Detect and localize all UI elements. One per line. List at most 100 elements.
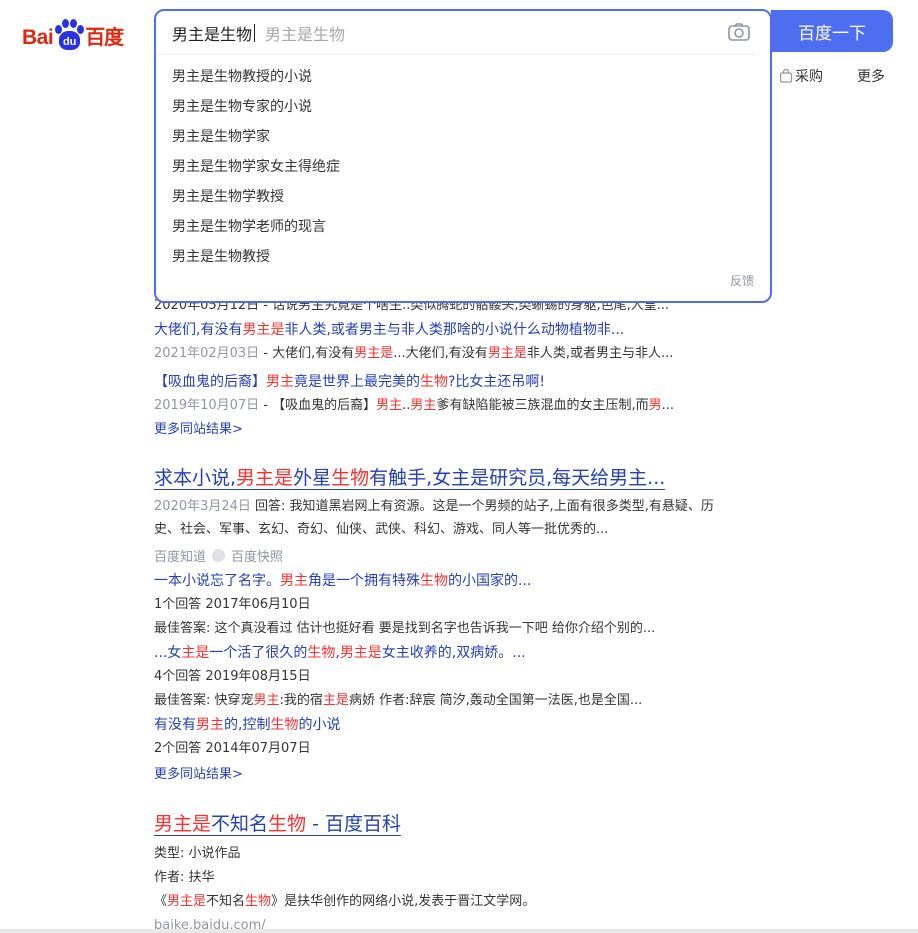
- text-part: 有触手,女主是研究员,每天给男主...: [369, 467, 666, 489]
- text-part: ...女: [154, 645, 182, 661]
- baike-description: 《男主是不知名生物》是扶华创作的网络小说,发表于晋江文学网。: [154, 890, 774, 914]
- text-part: ...: [661, 398, 674, 413]
- text-part: 》是扶华创作的网络小说,发表于晋江文学网。: [271, 894, 536, 909]
- text-part: :我的宿: [279, 693, 323, 708]
- text-part: 一个活了很久的: [209, 645, 308, 661]
- result-card: 2020年05月12日 - 话说男主究竟是个啥生..类似腾蛇的骷髅头,类蜥蜴的身…: [154, 294, 774, 442]
- text-part: 最佳答案: 快穿宠: [154, 693, 254, 708]
- qa-answer: 最佳答案: 这个真没看过 估计也挺好看 要是找到名字也告诉我一下吧 给你介绍个别…: [154, 621, 656, 636]
- date: 2021年02月03日: [154, 346, 260, 361]
- text-part: 竟是世界上最完美的: [294, 374, 420, 390]
- sub-result-title[interactable]: 大佬们,有没有男主是非人类,或者男主与非人类那啥的小说什么动物植物非...: [154, 318, 774, 342]
- highlight: 男主: [410, 398, 437, 413]
- highlight: 男主是: [354, 346, 394, 361]
- result-title-link[interactable]: 求本小说,男主是外星生物有触手,女主是研究员,每天给男主...: [154, 462, 774, 494]
- text-part: 大佬们,有没有: [154, 322, 243, 338]
- qa-question-link[interactable]: 一本小说忘了名字。男主角是一个拥有特殊生物的小国家的...: [154, 569, 774, 593]
- title-underline: 男主是不知名生物 - 百度百科: [154, 813, 401, 836]
- text-part: - 百度百科: [306, 813, 401, 835]
- baidu-logo[interactable]: Bai du 百度: [22, 14, 124, 50]
- nav-caigou-label: 采购: [795, 69, 823, 85]
- paw-icon: du: [54, 18, 85, 50]
- date: 2019年10月07日: [154, 398, 260, 413]
- highlight: 男主: [196, 717, 224, 733]
- text-part: 的小说: [298, 717, 341, 733]
- text-part: ?比女主还吊啊!: [448, 374, 546, 390]
- highlight: 生物: [307, 645, 336, 661]
- highlight: 男主是: [339, 645, 382, 661]
- qa-meta: 1个回答 2017年06月10日: [154, 597, 311, 612]
- feedback-link[interactable]: 反馈: [730, 272, 754, 289]
- suggestion-item[interactable]: 男主是生物教授: [156, 242, 770, 272]
- shopping-bag-icon: [779, 69, 793, 83]
- text-part: 不知名: [206, 894, 246, 909]
- search-box[interactable]: 男主是生物 男主是生物 男主是生物教授的小说 男主是生物专家的小说 男主是生物学…: [154, 9, 772, 303]
- highlight: 生物: [268, 813, 307, 835]
- baike-type: 类型: 小说作品: [154, 846, 241, 861]
- result-title-link[interactable]: 男主是不知名生物 - 百度百科: [154, 808, 774, 840]
- text-part: 的小国家的...: [448, 573, 532, 589]
- highlight: 生物: [270, 717, 299, 733]
- info-icon[interactable]: [212, 548, 226, 562]
- highlight: 男主: [280, 573, 308, 589]
- text-part: 不知名: [211, 813, 269, 835]
- search-input-row[interactable]: 男主是生物 男主是生物: [156, 11, 754, 55]
- sub-result-meta: 2021年02月03日 - 大佬们,有没有男主是...大佬们,有没有男主是非人类…: [154, 342, 774, 366]
- nav-more[interactable]: 更多: [857, 66, 885, 86]
- highlight: 生物: [245, 894, 272, 909]
- text-part: 的,控制: [224, 717, 271, 733]
- qa-meta: 2个回答 2014年07月07日: [154, 741, 311, 756]
- qa-question-link[interactable]: ...女主是一个活了很久的生物,男主是女主收养的,双病娇。...: [154, 641, 774, 665]
- text-part: 非人类,或者男主与非人...: [526, 346, 674, 361]
- result-abstract: 2020年3月24日 回答: 我知道黑岩网上有资源。这是一个男频的站子,上面有很…: [154, 495, 774, 541]
- highlight: 男主是: [236, 467, 294, 489]
- suggestion-item[interactable]: 男主是生物学家: [156, 122, 770, 152]
- date: 2020年3月24日: [154, 499, 251, 514]
- logo-du: du: [59, 31, 81, 50]
- highlight: 男主是: [167, 894, 207, 909]
- search-ghost-text: 男主是生物: [265, 24, 346, 44]
- sub-result-title[interactable]: 【吸血鬼的后裔】男主竟是世界上最完美的生物?比女主还吊啊!: [154, 370, 774, 394]
- highlight: 主是: [181, 645, 210, 661]
- highlight: 男主: [253, 693, 280, 708]
- text-part: 一本小说忘了名字。: [154, 573, 280, 589]
- highlight: 男: [648, 398, 662, 413]
- search-input[interactable]: 男主是生物: [172, 21, 252, 45]
- highlight: 男主是: [242, 322, 285, 338]
- highlight: 男主是: [154, 813, 212, 835]
- suggestion-item[interactable]: 男主是生物学家女主得绝症: [156, 152, 770, 182]
- text-part: - 【吸血鬼的后裔】: [259, 398, 377, 413]
- qa-answer: 最佳答案: 快穿宠男主:我的宿主是病娇 作者:辞宸 简汐,轰动全国第一法医,也是…: [154, 689, 774, 713]
- text-part: 【吸血鬼的后裔】: [154, 374, 266, 390]
- text-part: - 大佬们,有没有: [259, 346, 355, 361]
- highlight: 男主是: [487, 346, 527, 361]
- nav-caigou[interactable]: 采购: [779, 66, 823, 86]
- abstract-line: 史、社会、军事、玄幻、奇幻、仙侠、武侠、科幻、游戏、同人等一批优秀的...: [154, 522, 609, 537]
- source-name[interactable]: 百度知道: [154, 546, 206, 565]
- text-part: 外星: [293, 467, 332, 489]
- camera-icon[interactable]: [728, 23, 750, 41]
- baike-author: 作者: 扶华: [154, 870, 215, 885]
- qa-meta: 4个回答 2019年08月15日: [154, 669, 311, 684]
- more-site-results-link[interactable]: 更多同站结果>: [154, 418, 774, 442]
- suggestion-item[interactable]: 男主是生物专家的小说: [156, 92, 770, 122]
- qa-question-link[interactable]: 有没有男主的,控制生物的小说: [154, 713, 774, 737]
- logo-baidu-cn: 百度: [85, 25, 124, 49]
- text-part: 有没有: [154, 717, 196, 733]
- sub-result-meta: 2019年10月07日 - 【吸血鬼的后裔】男主..男主爹有缺陷能被三族混血的女…: [154, 394, 774, 418]
- text-part: 求本小说,: [154, 467, 237, 489]
- text-part: 女主收养的,双病娇。...: [381, 645, 526, 661]
- search-button[interactable]: 百度一下: [771, 10, 893, 52]
- snapshot-link[interactable]: 百度快照: [231, 546, 283, 565]
- abstract-line: 回答: 我知道黑岩网上有资源。这是一个男频的站子,上面有很多类型,有悬疑、历: [255, 499, 714, 514]
- highlight: 生物: [420, 374, 448, 390]
- result-card: 男主是不知名生物 - 百度百科 类型: 小说作品 作者: 扶华 《男主是不知名生…: [154, 808, 774, 933]
- more-site-results-link[interactable]: 更多同站结果>: [154, 763, 774, 787]
- text-part: ...大佬们,有没有: [393, 346, 488, 361]
- suggestion-item[interactable]: 男主是生物学教授: [156, 182, 770, 212]
- suggestion-item[interactable]: 男主是生物教授的小说: [156, 62, 770, 92]
- suggestion-item[interactable]: 男主是生物学老师的现言: [156, 212, 770, 242]
- result-card: 求本小说,男主是外星生物有触手,女主是研究员,每天给男主... 2020年3月2…: [154, 462, 774, 787]
- highlight: 男主: [266, 374, 294, 390]
- horizontal-scrollbar[interactable]: [0, 929, 918, 933]
